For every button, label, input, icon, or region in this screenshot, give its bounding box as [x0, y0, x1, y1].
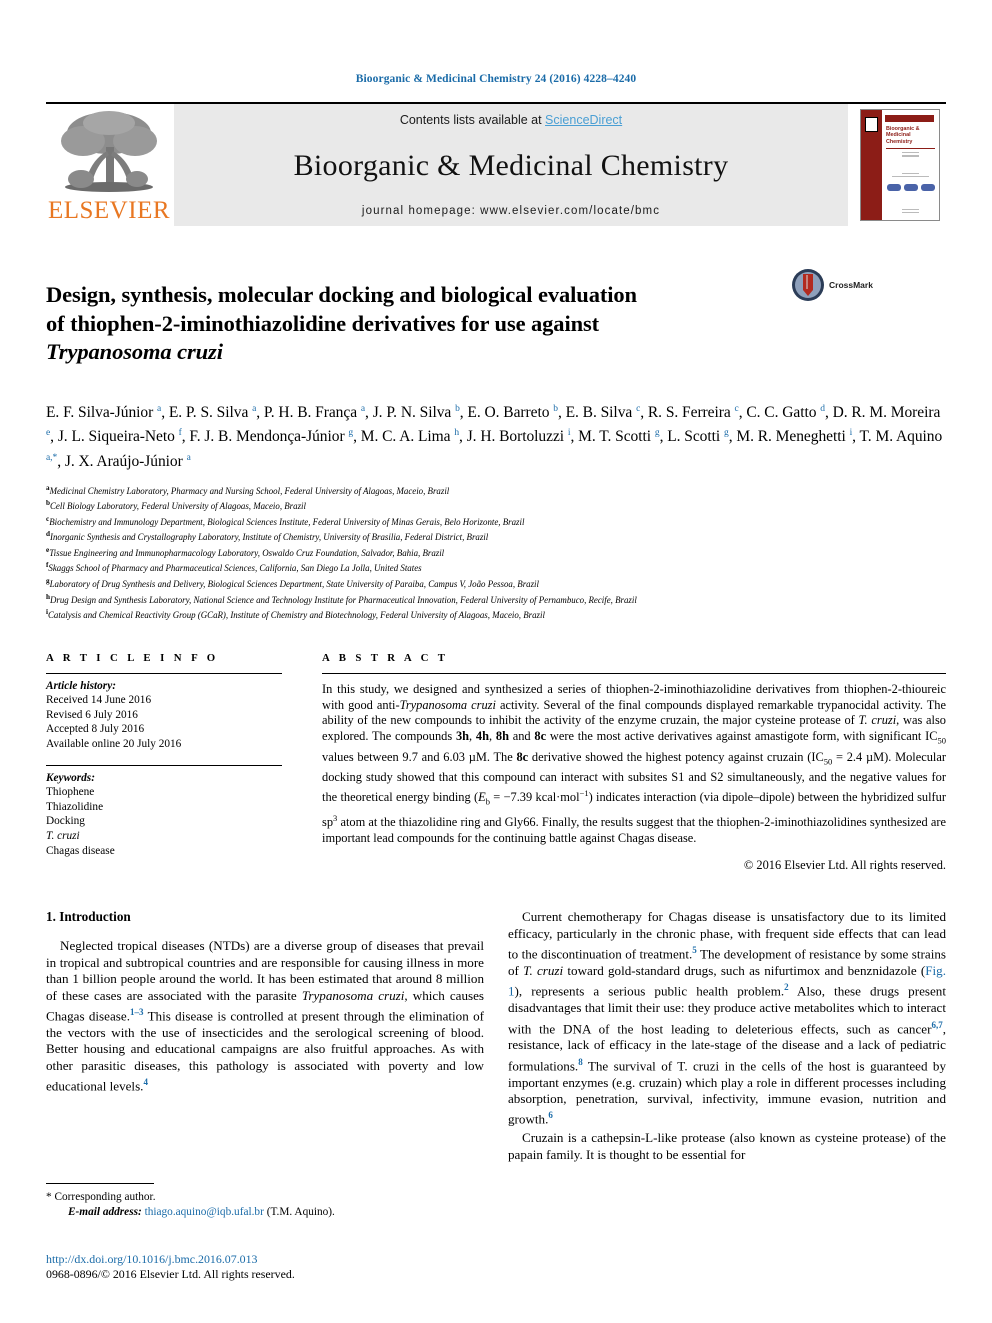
title-line-1: Design, synthesis, molecular docking and… — [46, 282, 637, 308]
affiliation-text: Tissue Engineering and Immunopharmacolog… — [49, 547, 445, 558]
keywords-label: Keywords: — [46, 771, 95, 784]
keyword-item-italic: T. cruzi — [46, 830, 80, 842]
crossmark-icon — [792, 269, 824, 301]
doi-link[interactable]: http://dx.doi.org/10.1016/j.bmc.2016.07.… — [46, 1252, 506, 1267]
history-item: Received 14 June 2016 — [46, 694, 152, 707]
affiliation-text: Catalysis and Chemical Reactivity Group … — [48, 610, 545, 621]
keyword-item: T. cruzi — [46, 829, 282, 844]
affiliation-item: cBiochemistry and Immunology Department,… — [46, 513, 946, 529]
info-abstract-row: A R T I C L E I N F O Article history: R… — [46, 652, 946, 874]
affiliation-text: Inorganic Synthesis and Crystallography … — [50, 532, 489, 543]
issn-copyright-line: 0968-0896/© 2016 Elsevier Ltd. All right… — [46, 1266, 295, 1281]
affiliation-list: aMedicinal Chemistry Laboratory, Pharmac… — [46, 482, 946, 622]
journal-cover-thumbnail: Bioorganic & Medicinal Chemistry — [854, 104, 946, 226]
elsevier-logo: ELSEVIER — [46, 104, 172, 226]
body-columns: 1. Introduction Neglected tropical disea… — [46, 909, 946, 1164]
affiliation-text: Laboratory of Drug Synthesis and Deliver… — [49, 578, 539, 589]
journal-band: Contents lists available at ScienceDirec… — [174, 104, 848, 226]
title-line-2: of thiophen-2-iminothiazolidine derivati… — [46, 310, 600, 336]
page-title: Design, synthesis, molecular docking and… — [46, 281, 791, 367]
contents-prefix: Contents lists available at — [399, 113, 546, 127]
affiliation-text: Medicinal Chemistry Laboratory, Pharmacy… — [49, 485, 450, 496]
keyword-item: Docking — [46, 815, 85, 828]
footnote-rule — [46, 1183, 154, 1184]
history-item: Available online 20 July 2016 — [46, 738, 182, 751]
contents-available-line: Contents lists available at ScienceDirec… — [400, 113, 622, 127]
article-info-column: A R T I C L E I N F O Article history: R… — [46, 652, 282, 874]
paragraph: Current chemotherapy for Chagas disease … — [508, 909, 947, 1127]
footnote-corresponding-line: * Corresponding author. — [46, 1190, 486, 1205]
introduction-heading: 1. Introduction — [46, 909, 131, 925]
article-info-heading: A R T I C L E I N F O — [46, 651, 219, 664]
affiliation-item: fSkaggs School of Pharmacy and Pharmaceu… — [46, 559, 946, 575]
paragraph: Neglected tropical diseases (NTDs) are a… — [46, 938, 485, 1094]
elsevier-tree-icon — [61, 111, 157, 192]
body-column-left: 1. Introduction Neglected tropical disea… — [46, 909, 484, 1164]
history-item: Accepted 8 July 2016 — [46, 723, 145, 736]
journal-homepage-line[interactable]: journal homepage: www.elsevier.com/locat… — [362, 205, 660, 217]
keyword-item: Thiazolidine — [46, 800, 104, 813]
affiliation-item: gLaboratory of Drug Synthesis and Delive… — [46, 575, 946, 591]
email-owner: (T.M. Aquino). — [266, 1206, 335, 1218]
history-item: Revised 6 July 2016 — [46, 708, 138, 721]
corresponding-author-text: Corresponding author. — [54, 1191, 156, 1203]
crossmark-label: CrossMark — [829, 280, 873, 290]
affiliation-text: Skaggs School of Pharmacy and Pharmaceut… — [48, 563, 422, 574]
paragraph: Cruzain is a cathepsin-L-like protease (… — [508, 1130, 946, 1162]
author-list: E. F. Silva-Júnior a, E. P. S. Silva a, … — [46, 403, 943, 471]
corresponding-author-footnote: * Corresponding author. E-mail address: … — [46, 1183, 486, 1220]
sciencedirect-link[interactable]: ScienceDirect — [545, 113, 622, 127]
paper-page: Bioorganic & Medicinal Chemistry 24 (201… — [0, 0, 992, 1323]
footer-doi-block: http://dx.doi.org/10.1016/j.bmc.2016.07.… — [46, 1252, 506, 1282]
affiliation-text: Cell Biology Laboratory, Federal Univers… — [50, 501, 306, 512]
body-column-right: Current chemotherapy for Chagas disease … — [508, 909, 946, 1164]
affiliation-text: Biochemistry and Immunology Department, … — [49, 516, 525, 527]
keywords-list: Keywords: Thiophene Thiazolidine Docking… — [46, 766, 282, 859]
title-line-3: Trypanosoma cruzi — [46, 339, 223, 365]
affiliation-item: eTissue Engineering and Immunopharmacolo… — [46, 544, 946, 560]
affiliation-text: Drug Design and Synthesis Laboratory, Na… — [50, 594, 637, 605]
elsevier-wordmark: ELSEVIER — [47, 197, 171, 224]
article-history: Article history: Received 14 June 2016 R… — [46, 674, 282, 752]
cover-title: Bioorganic & Medicinal Chemistry — [886, 126, 920, 145]
keyword-item: Thiophene — [46, 786, 95, 799]
abstract-copyright: © 2016 Elsevier Ltd. All rights reserved… — [743, 858, 946, 873]
journal-masthead: ELSEVIER Contents lists available at Sci… — [46, 102, 946, 226]
affiliation-item: iCatalysis and Chemical Reactivity Group… — [46, 606, 946, 622]
journal-title: Bioorganic & Medicinal Chemistry — [293, 149, 729, 182]
email-label: E-mail address: — [68, 1206, 142, 1218]
email-link[interactable]: thiago.aquino@iqb.ufal.br — [145, 1206, 264, 1218]
title-row: Design, synthesis, molecular docking and… — [46, 266, 946, 382]
abstract-body: In this study, we designed and synthesiz… — [322, 681, 947, 845]
affiliation-item: hDrug Design and Synthesis Laboratory, N… — [46, 591, 946, 607]
asterisk-icon: * — [46, 1191, 52, 1203]
abstract-heading: A B S T R A C T — [322, 651, 449, 664]
article-history-label: Article history: — [46, 679, 116, 692]
abstract-column: A B S T R A C T In this study, we design… — [322, 652, 946, 874]
crossmark-badge[interactable]: CrossMark — [791, 268, 873, 302]
running-head: Bioorganic & Medicinal Chemistry 24 (201… — [355, 73, 637, 85]
footnote-email-line: E-mail address: thiago.aquino@iqb.ufal.b… — [46, 1205, 486, 1220]
keyword-item: Chagas disease — [46, 844, 115, 857]
affiliation-item: dInorganic Synthesis and Crystallography… — [46, 528, 946, 544]
affiliation-item: aMedicinal Chemistry Laboratory, Pharmac… — [46, 482, 946, 498]
affiliation-item: bCell Biology Laboratory, Federal Univer… — [46, 497, 946, 513]
